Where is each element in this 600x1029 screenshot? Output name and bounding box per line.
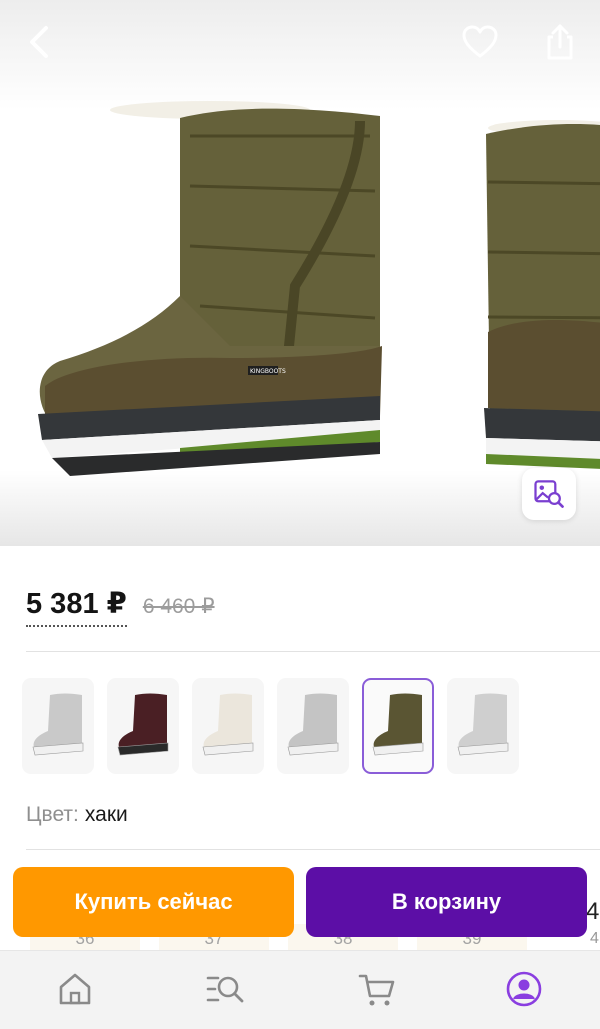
- color-variants: [22, 678, 532, 774]
- share-icon: [547, 24, 573, 60]
- color-variant-swatch[interactable]: [22, 678, 94, 774]
- add-to-cart-button[interactable]: В корзину: [306, 867, 587, 937]
- color-row: Цвет: хаки: [26, 803, 128, 827]
- tab-cart[interactable]: [355, 967, 399, 1011]
- divider: [26, 651, 600, 652]
- product-gallery[interactable]: KINGBOOTS: [0, 0, 600, 546]
- boot-thumbnail: [202, 693, 254, 756]
- boot-logo-label: KINGBOOTS: [250, 368, 286, 375]
- color-variant-swatch[interactable]: [107, 678, 179, 774]
- boot-thumbnail: [287, 693, 339, 756]
- buy-now-button[interactable]: Купить сейчас: [13, 867, 294, 937]
- cart-icon: [358, 974, 395, 1006]
- color-value: хаки: [84, 803, 128, 826]
- next-product-image: [484, 120, 600, 469]
- color-variant-swatch[interactable]: [192, 678, 264, 774]
- divider: [26, 849, 600, 850]
- size-option-partial-sub: 4: [590, 930, 599, 947]
- home-icon: [59, 973, 91, 1005]
- tab-profile[interactable]: [502, 967, 546, 1011]
- color-label: Цвет:: [26, 803, 79, 826]
- back-button[interactable]: [16, 18, 64, 66]
- catalog-search-icon: [206, 976, 244, 1003]
- heart-icon: [462, 25, 498, 58]
- boot-thumbnail: [32, 693, 84, 756]
- old-price: 6 460 ₽: [142, 595, 215, 618]
- share-button[interactable]: [536, 18, 584, 66]
- color-variant-swatch[interactable]: [277, 678, 349, 774]
- size-option-partial[interactable]: 4: [586, 898, 599, 926]
- image-search-icon: [534, 480, 564, 508]
- favorite-button[interactable]: [456, 18, 504, 66]
- profile-icon: [506, 971, 542, 1007]
- bottom-tab-bar: [0, 950, 600, 1029]
- chevron-left-icon: [30, 26, 48, 58]
- tab-catalog[interactable]: [203, 967, 247, 1011]
- color-variant-swatch[interactable]: [447, 678, 519, 774]
- boot-thumbnail: [372, 693, 424, 756]
- boot-thumbnail: [117, 693, 169, 756]
- price-row: 5 381 ₽ 6 460 ₽: [26, 586, 215, 627]
- photo-search-button[interactable]: [522, 468, 576, 520]
- tab-home[interactable]: [53, 967, 97, 1011]
- current-price[interactable]: 5 381 ₽: [26, 586, 127, 627]
- product-image: KINGBOOTS: [38, 101, 382, 476]
- color-variant-swatch[interactable]: [362, 678, 434, 774]
- boot-thumbnail: [457, 693, 509, 756]
